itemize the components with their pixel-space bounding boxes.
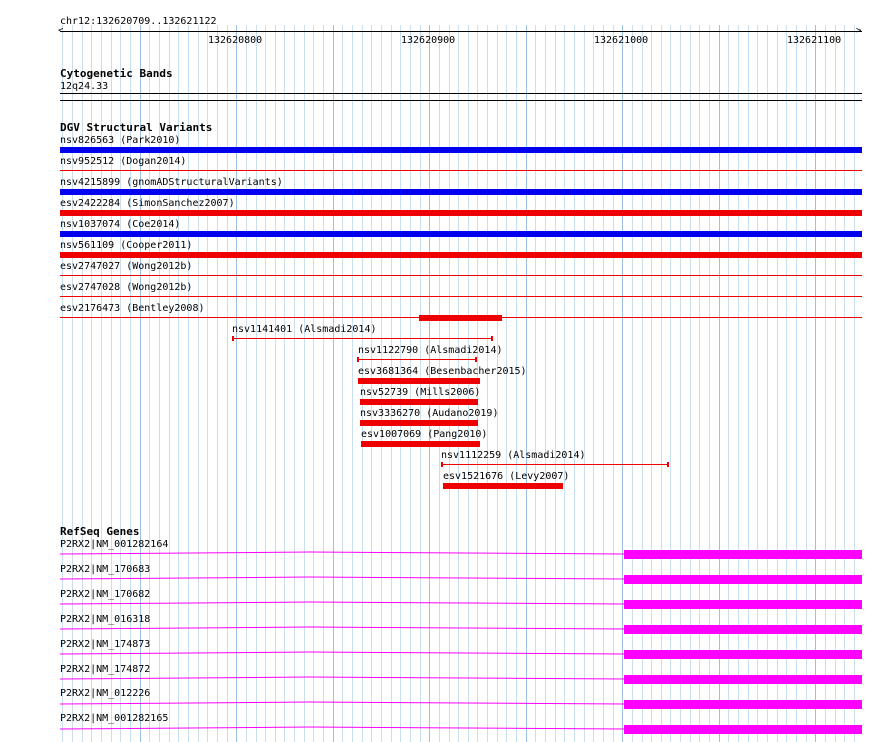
gene-intron-line: [59, 551, 625, 555]
gene-exon[interactable]: [624, 675, 862, 684]
gene-intron-line: [59, 676, 625, 680]
gene-exon[interactable]: [624, 650, 862, 659]
gene-exon[interactable]: [624, 725, 862, 734]
gene-exon[interactable]: [624, 550, 862, 559]
gene-intron-line: [59, 576, 625, 580]
gene-exon[interactable]: [624, 600, 862, 609]
gene-intron-line: [59, 701, 625, 705]
gene-exon[interactable]: [624, 625, 862, 634]
gene-exon[interactable]: [624, 700, 862, 709]
genome-browser-canvas[interactable]: chr12:132620709..132621122 < > 132620800…: [0, 0, 890, 742]
gene-intron-line: [59, 726, 625, 730]
gene-intron-line: [59, 601, 625, 605]
gene-intron-line: [59, 651, 625, 655]
gene-intron-line: [59, 626, 625, 630]
gene-exon[interactable]: [624, 575, 862, 584]
